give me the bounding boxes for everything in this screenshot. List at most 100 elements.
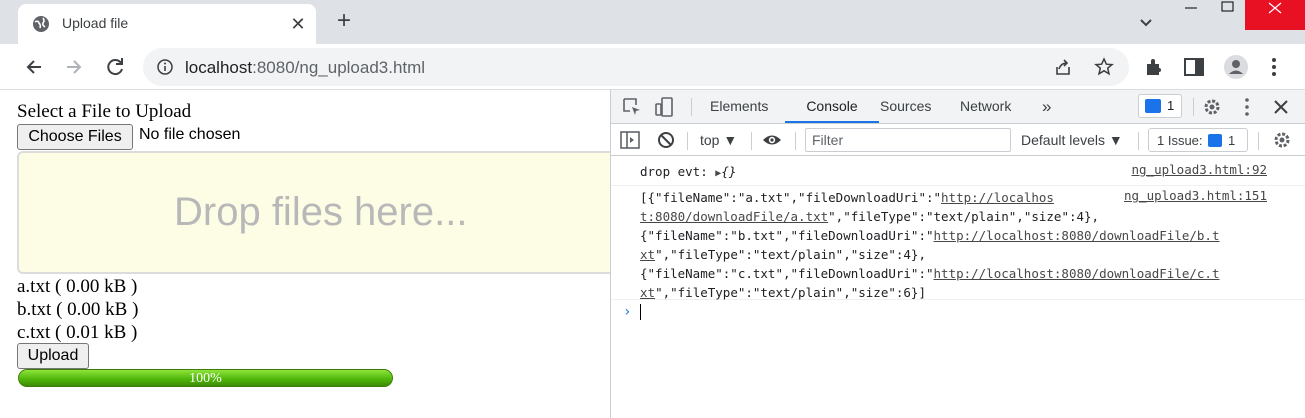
upload-progress-bar: 100% — [18, 369, 393, 387]
issues-label: 1 Issue: — [1157, 133, 1203, 148]
drop-zone-text: Drop files here... — [174, 190, 468, 234]
url-link[interactable]: xt — [640, 247, 655, 262]
message-prefix: drop evt: — [640, 164, 716, 179]
json-text: ","fileType":"text/plain","size":6}] — [655, 285, 926, 300]
message-text: [{"fileName":"a.txt","fileDownloadUri":"… — [640, 188, 1054, 207]
message-text: xt","fileType":"text/plain","size":6}] — [640, 283, 926, 302]
json-text: ","fileType":"text/plain","size":4}, — [655, 247, 926, 262]
object-preview[interactable]: {} — [721, 164, 736, 179]
file-name: c.txt — [17, 322, 51, 343]
side-panel-icon[interactable] — [1182, 55, 1206, 79]
sidebar-toggle-icon[interactable] — [619, 129, 641, 151]
url-text[interactable]: localhost:8080/ng_upload3.html — [185, 58, 425, 78]
window-close-icon[interactable] — [1245, 0, 1305, 30]
toolbar-divider — [751, 132, 752, 150]
console-message: ng_upload3.html:151 [{"fileName":"a.txt"… — [611, 186, 1305, 300]
file-size: ( 0.01 kB ) — [55, 322, 138, 343]
source-link[interactable]: ng_upload3.html:92 — [1132, 162, 1267, 177]
file-list-item: c.txt ( 0.01 kB ) — [17, 322, 137, 344]
message-text: t:8080/downloadFile/a.txt","fileType":"t… — [640, 207, 1099, 226]
console-message: drop evt: ▶{} ng_upload3.html:92 — [611, 156, 1305, 186]
message-text: {"fileName":"c.txt","fileDownloadUri":"h… — [640, 264, 1219, 283]
url-link[interactable]: t:8080/downloadFile/a.txt — [640, 209, 828, 224]
url-host: localhost — [185, 58, 253, 77]
file-size: ( 0.00 kB ) — [56, 299, 139, 320]
tab-console[interactable]: Console — [785, 90, 879, 123]
new-tab-button[interactable]: + — [330, 8, 358, 36]
device-toolbar-icon[interactable] — [653, 96, 675, 118]
log-levels-dropdown[interactable]: Default levels ▼ — [1021, 132, 1123, 148]
console-filter-bar: top ▼ Filter Default levels ▼ 1 Issue: 1 — [611, 124, 1305, 156]
no-file-chosen-text: No file chosen — [139, 126, 241, 143]
extensions-icon[interactable] — [1143, 55, 1167, 79]
info-icon[interactable] — [157, 59, 173, 75]
upload-button[interactable]: Upload — [17, 343, 89, 369]
kebab-menu-icon[interactable] — [1236, 96, 1258, 118]
forward-icon[interactable] — [60, 53, 88, 81]
file-name: a.txt — [17, 276, 51, 297]
tab-network[interactable]: Network — [960, 90, 1011, 123]
close-devtools-icon[interactable] — [1270, 96, 1292, 118]
drop-zone[interactable]: Drop files here... — [17, 151, 610, 274]
tab-strip: Upload file ✕ + — [0, 0, 1305, 44]
profile-avatar-icon[interactable] — [1223, 54, 1249, 80]
file-name: b.txt — [17, 299, 52, 320]
url-link[interactable]: http://localhos — [941, 190, 1054, 205]
devtools-panel: Elements Console Sources Network » 1 top… — [610, 90, 1305, 418]
progress-label: 100% — [189, 371, 222, 386]
badge-count: 1 — [1167, 98, 1175, 113]
clear-console-icon[interactable] — [655, 129, 677, 151]
tab-title: Upload file — [62, 15, 129, 31]
more-tabs-button[interactable]: » — [1042, 90, 1051, 123]
console-input-cursor[interactable] — [640, 304, 641, 320]
choose-files-button[interactable]: Choose Files — [17, 124, 133, 150]
share-icon[interactable] — [1053, 57, 1073, 77]
url-path: :8080/ng_upload3.html — [252, 58, 426, 77]
json-text: {"fileName":"b.txt","fileDownloadUri":" — [640, 228, 934, 243]
reload-icon[interactable] — [101, 53, 129, 81]
address-bar[interactable]: localhost:8080/ng_upload3.html — [143, 48, 1129, 86]
message-text: drop evt: ▶{} — [640, 162, 736, 183]
toolbar-divider — [691, 98, 692, 116]
devtools-tab-bar: Elements Console Sources Network » 1 — [611, 90, 1305, 124]
more-menu-icon[interactable] — [1262, 55, 1286, 79]
toolbar-divider — [1138, 132, 1139, 150]
url-link[interactable]: http://localhost:8080/downloadFile/c.t — [934, 266, 1220, 281]
back-icon[interactable] — [20, 53, 48, 81]
file-list-item: b.txt ( 0.00 kB ) — [17, 299, 138, 321]
message-text: {"fileName":"b.txt","fileDownloadUri":"h… — [640, 226, 1219, 245]
json-text: {"fileName":"c.txt","fileDownloadUri":" — [640, 266, 934, 281]
issue-message-icon — [1208, 134, 1222, 147]
tab-elements[interactable]: Elements — [710, 90, 768, 123]
settings-gear-icon[interactable] — [1201, 96, 1223, 118]
message-icon — [1145, 99, 1161, 113]
issues-count: 1 — [1228, 133, 1236, 148]
select-file-label: Select a File to Upload — [17, 101, 192, 122]
url-link[interactable]: http://localhost:8080/downloadFile/b.t — [934, 228, 1220, 243]
browser-tab[interactable]: Upload file ✕ — [18, 4, 316, 44]
console-messages-badge[interactable]: 1 — [1138, 94, 1182, 118]
live-expression-eye-icon[interactable] — [761, 129, 783, 151]
console-settings-gear-icon[interactable] — [1271, 129, 1293, 151]
toolbar-divider — [795, 132, 796, 150]
toolbar-divider — [687, 132, 688, 150]
minimize-icon[interactable] — [1175, 0, 1221, 30]
message-text: xt","fileType":"text/plain","size":4}, — [640, 245, 926, 264]
context-selector[interactable]: top ▼ — [700, 132, 737, 148]
console-filter-input[interactable]: Filter — [805, 128, 1011, 152]
globe-icon — [33, 16, 49, 32]
toolbar-divider — [1193, 98, 1194, 116]
tab-sources[interactable]: Sources — [880, 90, 931, 123]
chevron-down-icon[interactable] — [1136, 12, 1156, 32]
console-output: drop evt: ▶{} ng_upload3.html:92 ng_uplo… — [611, 156, 1305, 418]
page-content: Select a File to Upload Choose Files No … — [0, 90, 610, 418]
tab-close-icon[interactable]: ✕ — [286, 12, 310, 36]
json-text: [{"fileName":"a.txt","fileDownloadUri":" — [640, 190, 942, 205]
toolbar-divider — [1258, 132, 1259, 150]
issues-button[interactable]: 1 Issue: 1 — [1148, 128, 1248, 152]
bookmark-star-icon[interactable] — [1094, 57, 1114, 77]
url-link[interactable]: xt — [640, 285, 655, 300]
source-link[interactable]: ng_upload3.html:151 — [1124, 188, 1267, 203]
inspect-element-icon[interactable] — [621, 96, 643, 118]
maximize-icon[interactable] — [1221, 0, 1245, 30]
